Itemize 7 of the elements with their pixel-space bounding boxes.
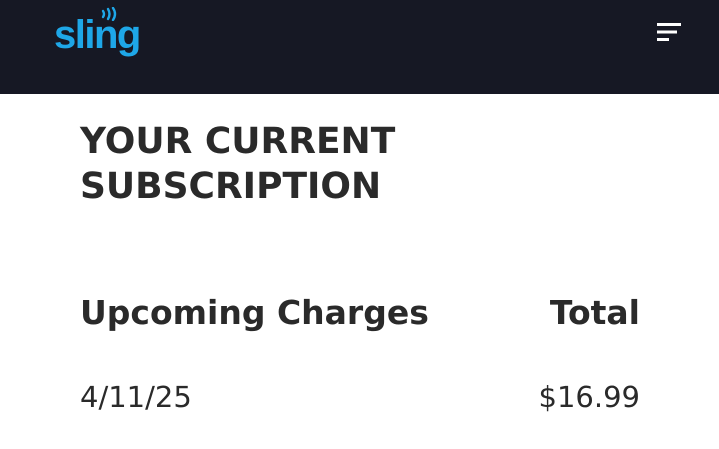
menu-icon[interactable] bbox=[657, 22, 683, 42]
column-heading: Total bbox=[550, 292, 640, 334]
logo[interactable]: sling bbox=[54, 13, 140, 57]
page-title: YOUR CURRENT SUBSCRIPTION bbox=[80, 120, 396, 209]
column-heading: Upcoming Charges bbox=[80, 292, 429, 334]
charge-date: 4/11/25 bbox=[80, 379, 192, 416]
charge-total: $16.99 bbox=[538, 379, 640, 416]
